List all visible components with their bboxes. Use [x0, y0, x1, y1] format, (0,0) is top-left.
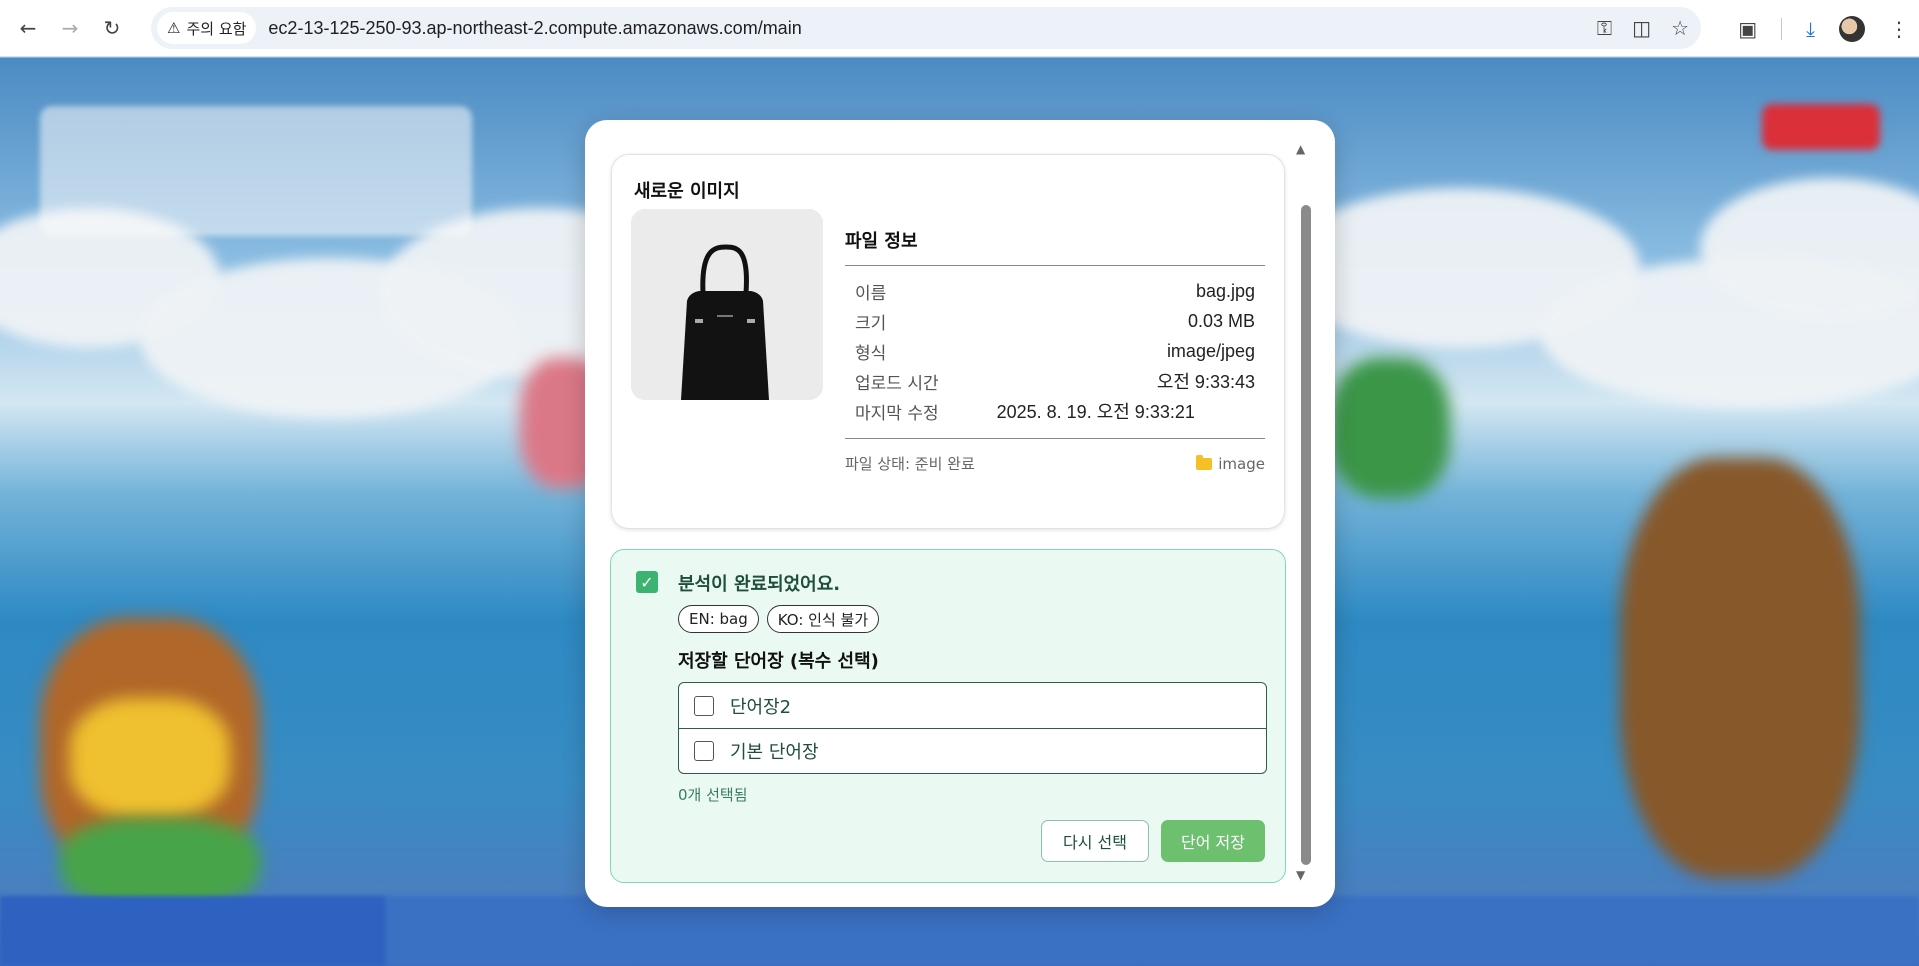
file-status: 파일 상태: 준비 완료: [845, 455, 975, 473]
file-info-title: 파일 정보: [845, 227, 1265, 266]
file-info-row: 업로드 시간 오전 9:33:43: [845, 366, 1265, 396]
file-info: 파일 정보 이름 bag.jpg 크기 0.03 MB 형식 image/jpe…: [845, 227, 1265, 474]
warning-icon: ⚠: [167, 19, 181, 37]
file-info-label: 이름: [855, 283, 887, 304]
security-warning-label: 주의 요함: [186, 19, 247, 38]
file-info-value: bag.jpg: [1195, 280, 1255, 301]
file-info-value: 오전 9:33:43: [1156, 372, 1255, 392]
translate-icon[interactable]: ◫: [1632, 16, 1651, 40]
toolbar-divider: [1781, 17, 1783, 40]
file-info-row: 이름 bag.jpg: [845, 276, 1265, 306]
wordbook-checkbox[interactable]: [694, 695, 714, 716]
wordbook-checkbox[interactable]: [694, 741, 714, 761]
scroll-up-icon[interactable]: ▲: [1296, 142, 1305, 156]
file-info-value: 2025. 8. 19. 오전 9:33:21: [996, 402, 1195, 422]
folder-icon: [1196, 454, 1213, 470]
file-info-row: 형식 image/jpeg: [845, 336, 1265, 366]
result-actions: 다시 선택 단어 저장: [1041, 820, 1265, 862]
scroll-down-icon[interactable]: ▼: [1296, 868, 1305, 882]
folder-label: image: [1218, 454, 1265, 473]
analysis-result-title: 분석이 완료되었어요.: [678, 574, 841, 595]
wordbook-list: 단어장2 기본 단어장: [678, 682, 1267, 774]
file-info-row: 마지막 수정 2025. 8. 19. 오전 9:33:21: [845, 396, 1265, 426]
browser-toolbar: ← → ↻ ⚠ 주의 요함 ec2-13-125-250-93.ap-north…: [0, 0, 1919, 57]
selected-count: 0개 선택됨: [678, 786, 748, 804]
analysis-result-card: ✓ 분석이 완료되었어요. EN: bag KO: 인식 불가 저장할 단어장 …: [610, 549, 1286, 883]
reselect-button[interactable]: 다시 선택: [1041, 820, 1149, 862]
file-info-label: 형식: [855, 343, 887, 364]
word-tag-en: EN: bag: [678, 605, 759, 633]
address-bar[interactable]: ⚠ 주의 요함 ec2-13-125-250-93.ap-northeast-2…: [151, 7, 1701, 49]
wordbook-label: 단어장2: [730, 696, 792, 718]
extensions-icon[interactable]: ▣: [1738, 17, 1757, 41]
back-icon[interactable]: ←: [14, 14, 42, 42]
file-info-label: 마지막 수정: [855, 403, 939, 424]
menu-kebab-icon[interactable]: ⋮: [1889, 17, 1909, 41]
url-text[interactable]: ec2-13-125-250-93.ap-northeast-2.compute…: [268, 18, 801, 39]
security-warning-chip[interactable]: ⚠ 주의 요함: [157, 12, 257, 44]
file-info-value: image/jpeg: [1166, 340, 1255, 361]
key-icon[interactable]: ⚿: [1597, 16, 1612, 40]
profile-avatar[interactable]: [1839, 15, 1865, 42]
file-info-value: 0.03 MB: [1187, 310, 1255, 331]
folder-tag: image: [1196, 454, 1265, 473]
wordbook-select-title: 저장할 단어장 (복수 선택): [678, 651, 879, 672]
wordbook-option[interactable]: 기본 단어장: [679, 728, 1266, 773]
bag-image: [631, 209, 823, 400]
bookmark-star-icon[interactable]: ☆: [1671, 16, 1689, 40]
file-card: 새로운 이미지 파일 정보 이름 bag.jpg 크기 0.03 MB 형식 i…: [611, 154, 1285, 529]
file-status-line: 파일 상태: 준비 완료 image: [845, 453, 1265, 474]
word-tags: EN: bag KO: 인식 불가: [678, 605, 880, 633]
forward-icon[interactable]: →: [56, 14, 84, 42]
wordbook-label: 기본 단어장: [730, 742, 819, 763]
download-icon[interactable]: ⤓: [1806, 17, 1815, 41]
reload-icon[interactable]: ↻: [98, 14, 126, 42]
file-info-row: 크기 0.03 MB: [845, 306, 1265, 336]
image-thumbnail: [631, 209, 823, 400]
word-tag-ko: KO: 인식 불가: [766, 605, 880, 633]
file-card-title: 새로운 이미지: [634, 181, 740, 202]
file-info-rows: 이름 bag.jpg 크기 0.03 MB 형식 image/jpeg 업로드 …: [845, 266, 1265, 439]
save-words-button[interactable]: 단어 저장: [1161, 820, 1265, 862]
wordbook-option[interactable]: 단어장2: [679, 683, 1266, 728]
file-info-label: 크기: [855, 313, 887, 334]
check-icon: ✓: [636, 571, 658, 593]
modal-scrollbar-thumb[interactable]: [1301, 205, 1311, 865]
file-info-label: 업로드 시간: [855, 373, 939, 394]
